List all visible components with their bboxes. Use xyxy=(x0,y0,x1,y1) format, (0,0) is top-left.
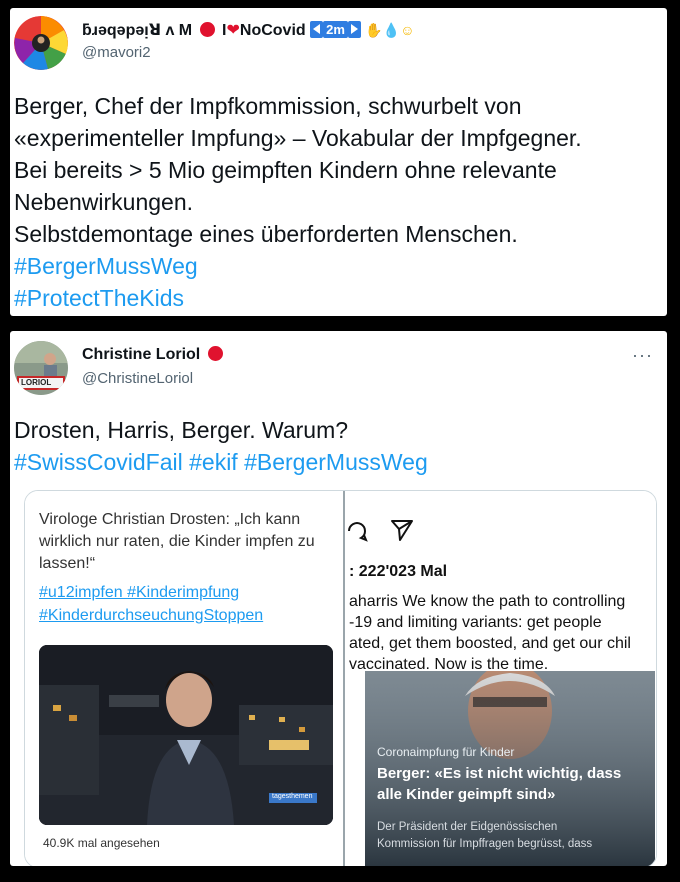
text-line: Berger, Chef der Impfkommission, schwurb… xyxy=(14,93,522,119)
tv-logo-text: tagesthemen xyxy=(272,793,313,800)
caption-text: aharris We know the path to controlling … xyxy=(349,591,631,675)
emoji-icons: ✋💧☺ xyxy=(365,22,414,38)
display-name[interactable]: ƃɹǝqǝpǝᴉꓤ ʌ M I❤NoCovid 2m ✋💧☺ xyxy=(82,20,415,40)
nocovid-text: NoCovid xyxy=(239,22,306,39)
hashtag-link[interactable]: #ProtectTheKids xyxy=(14,282,657,314)
headline-line: alle Kinder geimpft sind» xyxy=(377,786,556,803)
text-line: «experimenteller Impfung» – Vokabular de… xyxy=(14,125,582,151)
caption-line: aharris We know the path to controlling xyxy=(349,593,626,610)
news-article-card[interactable]: Coronaimpfung für Kinder Berger: «Es ist… xyxy=(365,671,655,866)
text-line: Bei bereits > 5 Mio geimpften Kindern oh… xyxy=(14,157,557,183)
folded-hands-icon: ✋ xyxy=(365,22,383,38)
hashtag-link[interactable]: #u12impfen #Kinderimpfung xyxy=(39,581,263,604)
view-count: : 222'023 Mal xyxy=(349,563,448,580)
right-screenshot-panel[interactable]: : 222'023 Mal aharris We know the path t… xyxy=(345,491,656,866)
video-thumbnail[interactable]: tagesthemen xyxy=(39,645,333,825)
article-headline[interactable]: Berger: «Es ist nicht wichtig, dass alle… xyxy=(377,763,621,805)
display-name-text[interactable]: Christine Loriol xyxy=(82,346,200,363)
subtitle-line: Kommission für Impffragen begrüsst, dass xyxy=(377,838,593,850)
text-line: Selbstdemontage eines überforderten Mens… xyxy=(14,221,518,247)
more-options-icon[interactable]: ··· xyxy=(632,345,653,366)
subtitle-line: Der Präsident der Eidgenössischen xyxy=(377,821,558,833)
mask-face-icon: ☺ xyxy=(400,22,415,38)
text-line: Nebenwirkungen. xyxy=(14,189,194,215)
tweet-text: Berger, Chef der Impfkommission, schwurb… xyxy=(14,90,657,314)
headline-line: Berger: «Es ist nicht wichtig, dass xyxy=(377,765,622,782)
quote-hashtags: #u12impfen #Kinderimpfung #Kinderdurchse… xyxy=(39,581,263,627)
distance-badge: 2m xyxy=(323,21,348,38)
article-subtitle: Der Präsident der Eidgenössischen Kommis… xyxy=(377,819,592,853)
red-circle-icon xyxy=(207,346,223,361)
handle[interactable]: @ChristineLoriol xyxy=(82,370,193,387)
tweet-card-mavori2: ƃɹǝqǝpǝᴉꓤ ʌ M I❤NoCovid 2m ✋💧☺ @mavori2 … xyxy=(10,8,667,316)
left-arrow-icon xyxy=(310,21,324,38)
avatar-sign-text: LORIOL xyxy=(21,378,52,387)
hashtag-link[interactable]: #BergerMussWeg xyxy=(244,449,428,475)
media-collage[interactable]: Virologe Christian Drosten: „Ich kann wi… xyxy=(24,490,657,866)
hashtag-link[interactable]: #KinderdurchseuchungStoppen xyxy=(39,604,263,627)
hashtag-link[interactable]: #SwissCovidFail xyxy=(14,449,183,475)
red-circle-icon xyxy=(199,22,215,37)
comment-icon[interactable] xyxy=(345,519,369,543)
tweet-text: Drosten, Harris, Berger. Warum? #SwissCo… xyxy=(14,414,657,478)
left-screenshot-panel[interactable]: Virologe Christian Drosten: „Ich kann wi… xyxy=(25,491,345,866)
caption-line: ated, get them boosted, and get our chil xyxy=(349,635,631,652)
hashtag-link[interactable]: #ekif xyxy=(189,449,238,475)
display-name-text[interactable]: ƃɹǝqǝpǝᴉꓤ ʌ M xyxy=(82,22,192,39)
share-icon[interactable] xyxy=(389,517,415,543)
handle[interactable]: @mavori2 xyxy=(82,44,151,61)
quote-text: Virologe Christian Drosten: „Ich kann wi… xyxy=(39,511,315,572)
right-arrow-icon xyxy=(347,21,361,38)
tweet-card-christineloriol: LORIOL Christine Loriol ··· @ChristineLo… xyxy=(10,331,667,866)
hashtag-link[interactable]: #BergerMussWeg xyxy=(14,250,657,282)
avatar-mavori2[interactable] xyxy=(14,16,68,70)
article-kicker: Coronaimpfung für Kinder xyxy=(377,745,515,759)
caption-line: -19 and limiting variants: get people xyxy=(349,614,602,631)
droplets-icon: 💧 xyxy=(382,22,401,38)
view-count: 40.9K mal angesehen xyxy=(43,836,160,850)
heart-icon: ❤ xyxy=(226,22,240,39)
text-line: Drosten, Harris, Berger. Warum? xyxy=(14,417,349,443)
display-name[interactable]: Christine Loriol xyxy=(82,346,226,364)
avatar-christineloriol[interactable]: LORIOL xyxy=(14,341,68,395)
